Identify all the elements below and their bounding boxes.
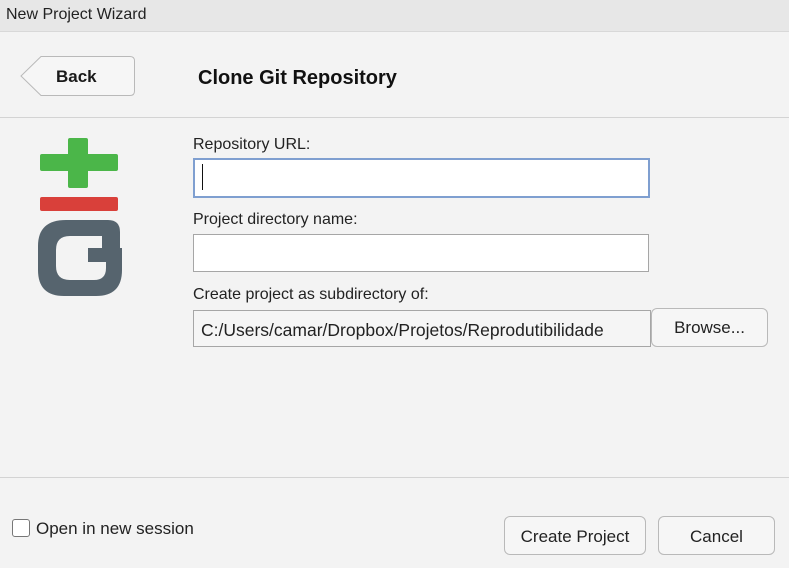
open-new-session-checkbox[interactable] xyxy=(12,519,30,537)
window-titlebar: New Project Wizard xyxy=(0,0,789,32)
create-project-button[interactable]: Create Project xyxy=(504,516,646,555)
footer-divider xyxy=(0,477,789,478)
git-logo-icon xyxy=(36,138,126,303)
repository-url-label: Repository URL: xyxy=(193,136,311,153)
project-directory-name-label: Project directory name: xyxy=(193,211,358,228)
window-title: New Project Wizard xyxy=(6,6,147,23)
browse-button[interactable]: Browse... xyxy=(651,308,768,347)
back-button[interactable]: Back xyxy=(20,56,135,96)
repository-url-input[interactable] xyxy=(193,158,650,198)
subdirectory-path-field[interactable]: C:/Users/camar/Dropbox/Projetos/Reprodut… xyxy=(193,310,651,347)
back-button-label: Back xyxy=(56,67,97,86)
text-caret xyxy=(202,164,203,190)
wizard-header: Back Clone Git Repository xyxy=(0,32,789,118)
open-new-session-label[interactable]: Open in new session xyxy=(36,519,194,539)
project-directory-name-input[interactable] xyxy=(193,234,649,272)
subdirectory-label: Create project as subdirectory of: xyxy=(193,286,429,303)
cancel-button[interactable]: Cancel xyxy=(658,516,775,555)
page-title: Clone Git Repository xyxy=(198,67,397,89)
